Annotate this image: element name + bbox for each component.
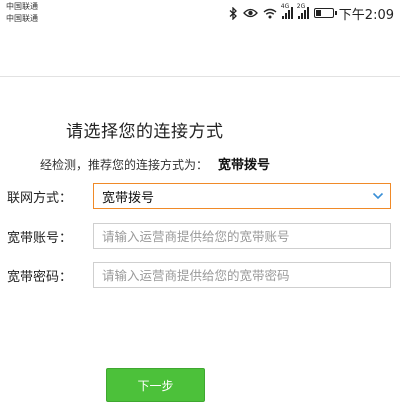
detected-method: 宽带拨号 — [218, 158, 271, 173]
connection-label: 联网方式： — [7, 191, 73, 206]
signal-2-tag: 2G — [296, 3, 306, 10]
signal-icon: 2G — [297, 3, 309, 19]
connection-row: 联网方式： 宽带拨号 — [0, 183, 400, 209]
clock: 下午2:09 — [338, 7, 394, 23]
password-row: 宽带密码： — [0, 262, 400, 288]
battery-icon — [313, 8, 337, 18]
account-input[interactable] — [102, 228, 390, 244]
detection-prefix: 经检测，推荐您的连接方式为： — [40, 158, 209, 172]
connection-value: 宽带拨号 — [102, 190, 155, 206]
detection-result: 经检测，推荐您的连接方式为： 宽带拨号 — [40, 154, 270, 173]
status-icons: 4G 2G 下午2:09 — [229, 3, 394, 23]
next-button[interactable]: 下一步 — [106, 368, 205, 402]
status-bar: 中国联通 中国联通 4G 2G 下午2:09 — [0, 0, 400, 28]
connection-select[interactable]: 宽带拨号 — [93, 183, 391, 209]
password-field-wrap — [93, 262, 391, 288]
password-input[interactable] — [102, 267, 390, 283]
bluetooth-icon — [229, 6, 237, 20]
account-label: 宽带账号： — [7, 231, 73, 246]
password-label: 宽带密码： — [7, 270, 73, 285]
carrier-1: 中国联通 — [6, 2, 38, 11]
page-title: 请选择您的连接方式 — [66, 122, 224, 142]
wifi-icon — [263, 8, 277, 18]
chevron-down-icon — [372, 192, 384, 200]
signal-icon: 4G — [281, 3, 293, 19]
account-field-wrap — [93, 223, 391, 249]
carrier-2: 中国联通 — [6, 14, 38, 23]
eye-icon — [242, 8, 258, 18]
account-row: 宽带账号： — [0, 223, 400, 249]
header-divider — [0, 76, 400, 77]
signal-1-tag: 4G — [280, 3, 290, 10]
